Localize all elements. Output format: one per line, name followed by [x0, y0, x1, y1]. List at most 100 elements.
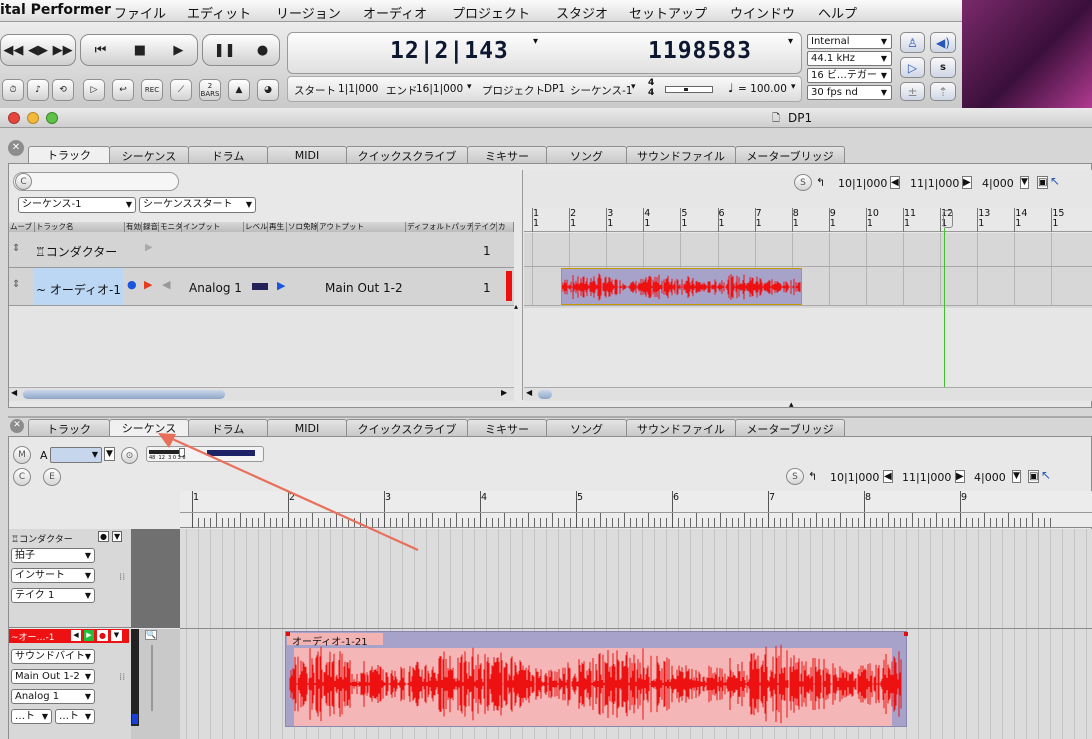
scroll-thumb[interactable]	[23, 390, 225, 399]
m-button[interactable]: M	[13, 446, 31, 464]
c-icon[interactable]: C	[15, 173, 32, 190]
lane-select-insert[interactable]: インサート ▼	[11, 568, 95, 583]
cursor-tool-icon[interactable]: ↖	[1041, 468, 1051, 482]
play-enable-icon[interactable]: ▶	[277, 279, 285, 292]
play-cursor-icon[interactable]: ▷	[900, 57, 925, 78]
main-counter[interactable]: 12|2|143 ▾ 1198583 ▾	[287, 32, 802, 74]
counter-samples-menu-icon[interactable]: ▾	[788, 36, 793, 47]
close-pane-icon[interactable]: ✕	[10, 419, 24, 433]
sequence-value[interactable]: シーケンス-1	[570, 83, 632, 98]
a-menu-icon[interactable]: ▼	[104, 447, 115, 461]
tab-mixer[interactable]: ミキサー	[467, 419, 547, 437]
record-enable-icon[interactable]: ▶	[144, 278, 152, 291]
pause-icon[interactable]: ❚❚	[214, 43, 236, 58]
output-value[interactable]: Main Out 1-2	[325, 281, 403, 295]
tab-song[interactable]: ソング	[546, 146, 627, 164]
tab-meterbridge[interactable]: メーターブリッジ	[735, 419, 845, 437]
sample-rate-select[interactable]: 44.1 kHz ▼	[807, 51, 892, 66]
move-handle-icon[interactable]: ⇕	[12, 279, 20, 290]
sync-select[interactable]: Internal ▼	[807, 34, 892, 49]
tab-song[interactable]: ソング	[546, 419, 627, 437]
nav-end[interactable]: 11|1|000	[910, 177, 959, 190]
take-value[interactable]: 1	[483, 244, 491, 258]
knob-icon[interactable]: ⊙	[121, 447, 138, 464]
menu-region[interactable]: リージョン	[276, 3, 341, 22]
nav-start[interactable]: 10|1|000	[830, 471, 879, 484]
speaker-icon[interactable]: ◀)	[930, 32, 956, 53]
e-button[interactable]: E	[43, 468, 61, 486]
resize-grip-icon[interactable]: ⁞⁞	[119, 573, 125, 583]
lane-select-take[interactable]: テイク 1 ▼	[11, 588, 95, 603]
menu-edit[interactable]: エディット	[187, 3, 251, 22]
app-name[interactable]: ital Performer	[0, 2, 111, 18]
take-value[interactable]: 1	[483, 281, 491, 295]
menu-setup[interactable]: セットアップ	[629, 3, 707, 22]
bars-button[interactable]: 2 BARS	[199, 79, 221, 101]
track-menu-icon[interactable]: ▼	[112, 531, 123, 542]
enable-dot-icon[interactable]: ●	[127, 278, 137, 291]
top-ruler[interactable]: 1 1 2 1 3 1 4 1 5 1 6 1 7 1 8 1 9 1 10 1 11 1 12 1 13 1 14 1 15 1	[524, 208, 1092, 232]
fast-forward-icon[interactable]: ▶▶	[53, 43, 73, 58]
solo-icon[interactable]: s	[930, 57, 956, 78]
splitter-up-icon[interactable]: ▴	[514, 302, 518, 311]
zoom-button[interactable]	[46, 112, 58, 124]
lane-select-meter[interactable]: 拍子 ▼	[11, 548, 95, 563]
close-button[interactable]	[8, 112, 20, 124]
s-button[interactable]: S	[794, 174, 812, 191]
col-output[interactable]: アウトプット	[318, 222, 406, 232]
scroll-up-icon[interactable]: ⇡	[930, 82, 956, 101]
move-handle-icon[interactable]: ⇕	[12, 243, 20, 254]
nav-start[interactable]: 10|1|000	[838, 177, 887, 190]
tab-soundfile[interactable]: サウンドファイル	[626, 146, 736, 164]
s-button[interactable]: S	[786, 468, 804, 485]
col-move[interactable]: ムーブ	[9, 222, 35, 232]
pane-splitter-icon[interactable]: ▴	[789, 400, 794, 410]
col-record[interactable]: 録音	[142, 222, 159, 232]
tab-tracks[interactable]: トラック	[28, 419, 110, 437]
lane-select-soundbite[interactable]: サウンドバイト ▼	[11, 649, 95, 664]
col-solo-safe[interactable]: ソロ免除	[287, 222, 318, 232]
monitor-speaker-icon[interactable]: ◀	[162, 278, 170, 291]
play-icon[interactable]: ▶	[173, 43, 183, 58]
audio-track-name[interactable]: ~オー…-1	[11, 630, 55, 643]
voice-select[interactable]: …ト ▼	[11, 709, 52, 724]
timeline-scrollbar[interactable]: ◀	[524, 387, 1092, 401]
col-monitor[interactable]: モニタ	[159, 222, 182, 232]
tab-quickscribe[interactable]: クイックスクライブ	[346, 146, 468, 164]
play-enable-icon[interactable]: ▶	[84, 630, 94, 641]
return-to-start-icon[interactable]: ⏮	[95, 43, 107, 58]
nav-left-icon[interactable]: ◀	[883, 470, 893, 483]
playhead-marker[interactable]	[943, 210, 953, 228]
record-icon[interactable]: ●	[257, 43, 268, 58]
tempo-slider[interactable]	[665, 86, 713, 93]
loop-icon[interactable]: ⟲	[52, 79, 74, 101]
stop-icon[interactable]: ■	[134, 43, 146, 58]
nav-length[interactable]: 4|000	[974, 471, 1006, 484]
record-enable-icon[interactable]: ●	[97, 630, 108, 641]
nav-left-icon[interactable]: ◀	[890, 176, 900, 189]
audio-region-top[interactable]	[561, 268, 802, 305]
track-row-audio[interactable]: ⇕ ~ オーディオ-1 ● ▶ ◀ Analog 1 ▶ Main Out 1-…	[9, 268, 514, 306]
play-enable-icon[interactable]: ▶	[145, 242, 153, 253]
c-button[interactable]: C	[13, 468, 31, 486]
tab-soundfile[interactable]: サウンドファイル	[626, 419, 736, 437]
menu-project[interactable]: プロジェクト	[452, 3, 530, 22]
sequence-menu-icon[interactable]: ▾	[631, 82, 636, 92]
wait-icon[interactable]: ⏱	[2, 79, 24, 101]
input-value[interactable]: Analog 1	[189, 281, 242, 295]
nav-right-icon[interactable]: ▶	[955, 470, 965, 483]
nav-menu-icon[interactable]: ▼	[1020, 176, 1029, 189]
speaker-mini-icon[interactable]: ◀	[71, 630, 81, 641]
fader-track[interactable]	[151, 645, 153, 711]
metronome-toggle-icon[interactable]: ♙	[900, 32, 925, 53]
col-input[interactable]: インプット	[182, 222, 244, 232]
back-icon[interactable]: ↰	[816, 176, 825, 189]
counter-bars-menu-icon[interactable]: ▾	[533, 36, 538, 47]
tempo-menu-icon[interactable]: ▾	[791, 82, 796, 92]
audio-region[interactable]: オーディオ-1-21	[285, 631, 908, 727]
scroll-right-icon[interactable]: ▶	[501, 388, 507, 397]
tempo-value[interactable]: = 100.00	[738, 83, 787, 95]
col-color[interactable]: カ	[497, 222, 514, 232]
selection-icon[interactable]: ▣	[1037, 176, 1049, 189]
scroll-left-icon[interactable]: ◀	[526, 388, 532, 397]
